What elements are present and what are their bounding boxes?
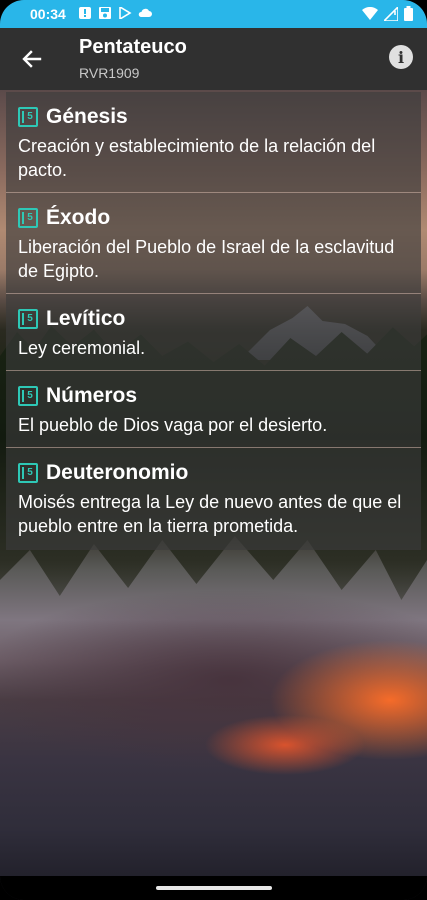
book-name: Levítico [46, 307, 126, 330]
book-name: Deuteronomio [46, 461, 189, 484]
status-time: 00:34 [30, 6, 66, 22]
status-system-icons [362, 6, 413, 21]
status-notification-icons [78, 7, 152, 19]
back-button[interactable] [16, 43, 48, 75]
app-bar: Pentateuco RVR1909 i [0, 28, 427, 90]
status-bar: 00:34 [0, 0, 427, 28]
book-list: 5 Génesis Creación y establecimiento de … [6, 92, 421, 550]
book-description: Moisés entrega la Ley de nuevo antes de … [18, 492, 402, 536]
book-item-genesis[interactable]: 5 Génesis Creación y establecimiento de … [6, 92, 421, 193]
book-description: Liberación del Pueblo de Israel de la es… [18, 237, 395, 281]
book-item-exodo[interactable]: 5 Éxodo Liberación del Pueblo de Israel … [6, 193, 421, 294]
wifi-icon [362, 6, 378, 20]
book-icon: 5 [18, 208, 38, 228]
book-icon: 5 [18, 107, 38, 127]
page-title: Pentateuco [79, 36, 187, 58]
arrow-back-icon [22, 50, 42, 68]
alert-icon [79, 7, 91, 19]
phone-screen: 00:34 Pentateuco RVR1909 i 5 Génesis Cre… [0, 0, 427, 900]
home-gesture-handle[interactable] [156, 886, 272, 890]
page-subtitle: RVR1909 [79, 65, 140, 81]
battery-icon [404, 6, 413, 21]
book-item-levitico[interactable]: 5 Levítico Ley ceremonial. [6, 294, 421, 371]
book-icon: 5 [18, 309, 38, 329]
book-item-numeros[interactable]: 5 Números El pueblo de Dios vaga por el … [6, 371, 421, 448]
book-description: Ley ceremonial. [18, 338, 146, 358]
signal-icon [384, 6, 398, 21]
book-icon: 5 [18, 463, 38, 483]
book-name: Éxodo [46, 206, 111, 229]
book-description: Creación y establecimiento de la relació… [18, 136, 376, 180]
book-icon: 5 [18, 386, 38, 406]
book-name: Números [46, 384, 138, 407]
play-store-icon [119, 7, 132, 19]
info-icon: i [397, 47, 405, 67]
book-name: Génesis [46, 105, 128, 128]
book-description: El pueblo de Dios vaga por el desierto. [18, 415, 328, 435]
info-button[interactable]: i [389, 45, 413, 69]
cloud-icon [138, 8, 152, 17]
book-item-deuteronomio[interactable]: 5 Deuteronomio Moisés entrega la Ley de … [6, 448, 421, 550]
save-icon [99, 7, 111, 19]
system-navigation-bar [0, 876, 427, 900]
